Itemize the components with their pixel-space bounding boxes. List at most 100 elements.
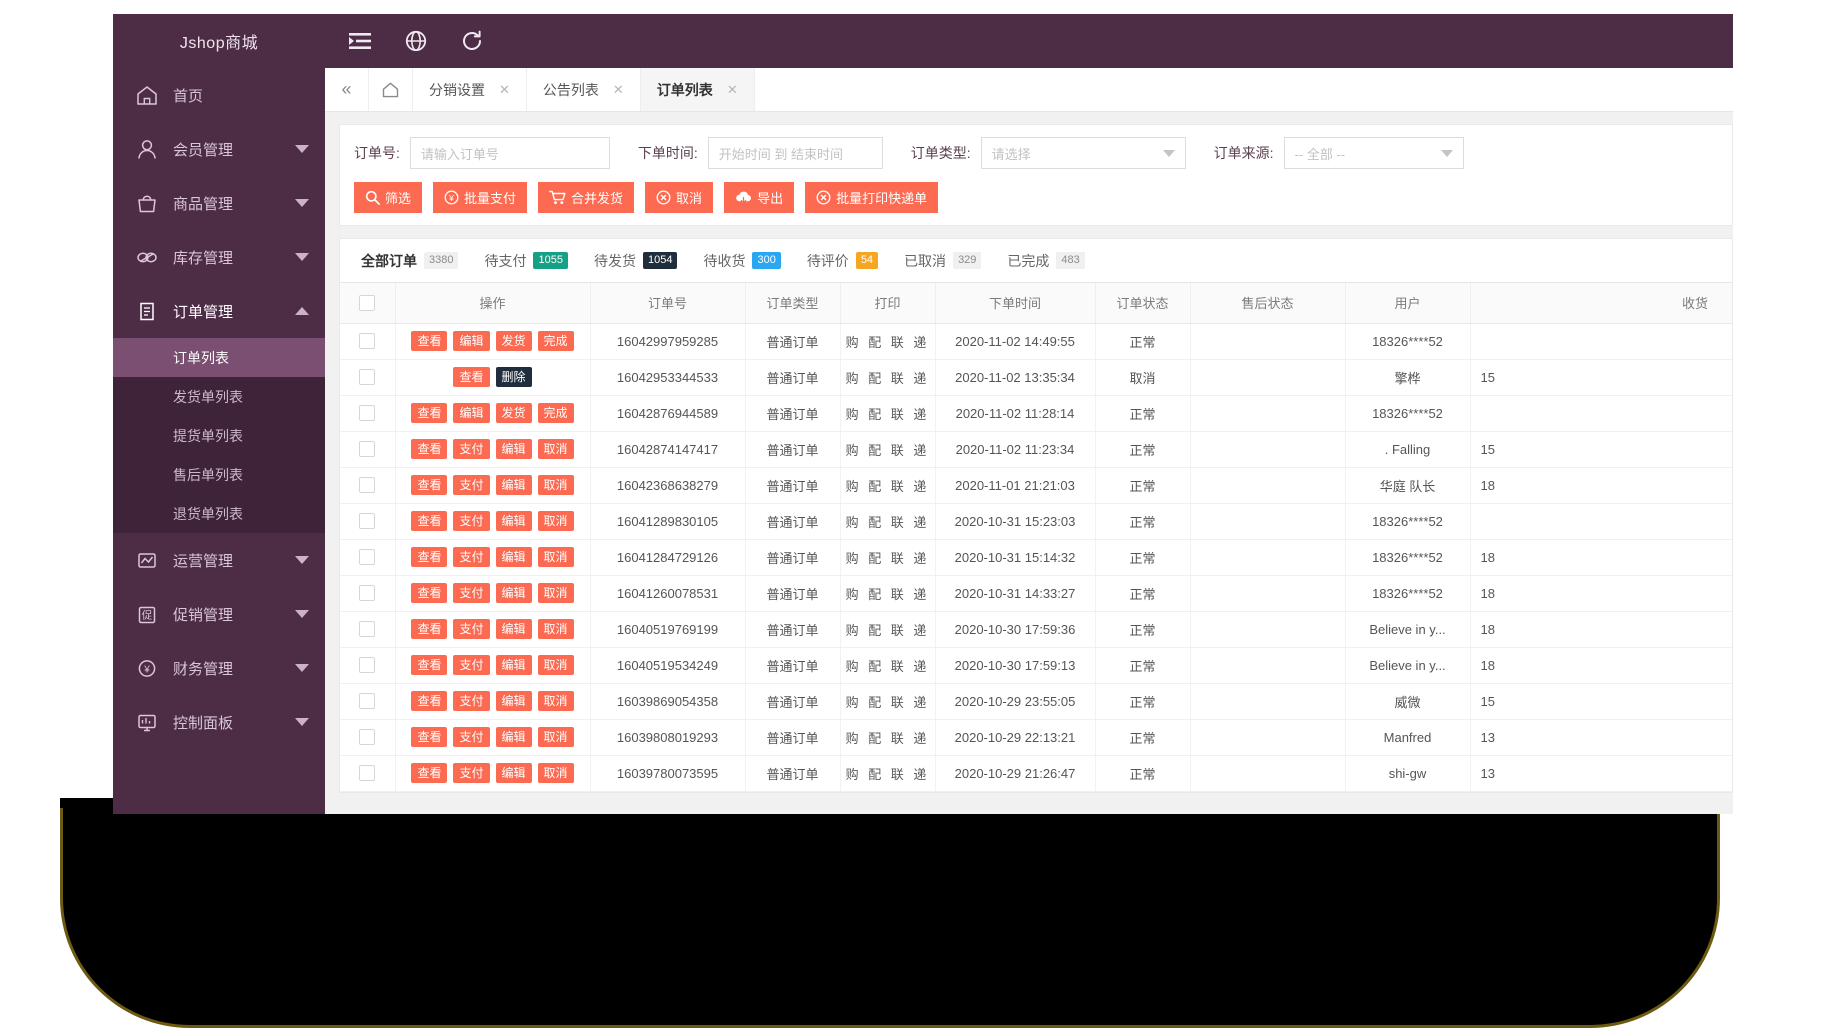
status-tab-1[interactable]: 待支付 1055	[471, 239, 580, 283]
row-op-button[interactable]: 取消	[537, 726, 574, 748]
row-checkbox[interactable]	[359, 513, 376, 530]
status-tab-6[interactable]: 已完成 483	[994, 239, 1097, 283]
row-select-cell[interactable]	[340, 539, 396, 576]
row-checkbox[interactable]	[359, 621, 376, 638]
action-button-0[interactable]: 筛选	[354, 182, 423, 213]
row-select-cell[interactable]	[340, 395, 396, 432]
nav-tab-0[interactable]: 分销设置 ✕	[413, 68, 527, 111]
sidebar-item-4[interactable]: 订单管理	[113, 284, 325, 338]
sidebar-item-0[interactable]: 首页	[113, 68, 325, 122]
row-op-button[interactable]: 编辑	[495, 726, 532, 748]
close-icon[interactable]: ✕	[613, 82, 624, 98]
row-op-button[interactable]: 发货	[495, 330, 532, 352]
order-source-select[interactable]: -- 全部 --	[1283, 137, 1464, 169]
row-checkbox[interactable]	[359, 369, 376, 386]
row-op-button[interactable]: 查看	[411, 582, 448, 604]
close-icon[interactable]: ✕	[499, 82, 510, 98]
row-op-button[interactable]: 取消	[537, 618, 574, 640]
row-op-button[interactable]: 编辑	[495, 654, 532, 676]
row-select-cell[interactable]	[340, 467, 396, 504]
row-op-button[interactable]: 查看	[411, 474, 448, 496]
sidebar-subitem-0[interactable]: 订单列表	[113, 338, 325, 377]
order-time-input[interactable]: 开始时间 到 结束时间	[707, 137, 883, 169]
row-op-button[interactable]: 支付	[453, 690, 490, 712]
close-icon[interactable]: ✕	[727, 82, 738, 98]
sidebar-subitem-4[interactable]: 退货单列表	[113, 494, 325, 533]
row-op-button[interactable]: 查看	[411, 438, 448, 460]
action-button-5[interactable]: 批量打印快递单	[805, 182, 939, 213]
row-op-button[interactable]: 查看	[411, 546, 448, 568]
row-select-cell[interactable]	[340, 719, 396, 756]
select-all-checkbox[interactable]	[359, 295, 376, 312]
table-header-select-all[interactable]	[340, 283, 396, 324]
row-op-button[interactable]: 查看	[411, 654, 448, 676]
row-checkbox[interactable]	[359, 549, 376, 566]
row-op-button[interactable]: 查看	[453, 366, 490, 388]
order-type-select[interactable]: 请选择	[980, 137, 1186, 169]
row-select-cell[interactable]	[340, 503, 396, 540]
action-button-3[interactable]: 取消	[645, 182, 714, 213]
row-op-button[interactable]: 完成	[537, 402, 574, 424]
sidebar-item-6[interactable]: 促 促销管理	[113, 587, 325, 641]
row-checkbox[interactable]	[359, 693, 376, 710]
row-op-button[interactable]: 支付	[453, 654, 490, 676]
row-checkbox[interactable]	[359, 477, 376, 494]
row-select-cell[interactable]	[340, 323, 396, 360]
row-op-button[interactable]: 支付	[453, 762, 490, 784]
row-op-button[interactable]: 支付	[453, 582, 490, 604]
row-op-button[interactable]: 取消	[537, 510, 574, 532]
row-op-button[interactable]: 支付	[453, 726, 490, 748]
sidebar-item-3[interactable]: 库存管理	[113, 230, 325, 284]
row-checkbox[interactable]	[359, 729, 376, 746]
row-op-button[interactable]: 支付	[453, 546, 490, 568]
row-op-button[interactable]: 查看	[411, 618, 448, 640]
row-op-button[interactable]: 查看	[411, 726, 448, 748]
language-globe-icon[interactable]	[403, 28, 429, 54]
row-op-button[interactable]: 完成	[537, 330, 574, 352]
row-op-button[interactable]: 编辑	[495, 690, 532, 712]
row-op-button[interactable]: 编辑	[495, 546, 532, 568]
action-button-4[interactable]: 导出	[724, 182, 795, 213]
sidebar-item-7[interactable]: ¥ 财务管理	[113, 641, 325, 695]
row-op-button[interactable]: 支付	[453, 510, 490, 532]
status-tab-3[interactable]: 待收货 300	[690, 239, 793, 283]
row-select-cell[interactable]	[340, 431, 396, 468]
row-op-button[interactable]: 取消	[537, 582, 574, 604]
row-op-button[interactable]: 删除	[495, 366, 532, 388]
action-button-1[interactable]: ¥ 批量支付	[433, 182, 528, 213]
sidebar-subitem-1[interactable]: 发货单列表	[113, 377, 325, 416]
sidebar-subitem-2[interactable]: 提货单列表	[113, 416, 325, 455]
row-op-button[interactable]: 取消	[537, 690, 574, 712]
row-op-button[interactable]: 支付	[453, 618, 490, 640]
row-select-cell[interactable]	[340, 755, 396, 792]
row-select-cell[interactable]	[340, 575, 396, 612]
menu-collapse-icon[interactable]	[347, 28, 373, 54]
row-select-cell[interactable]	[340, 683, 396, 720]
sidebar-item-1[interactable]: 会员管理	[113, 122, 325, 176]
row-op-button[interactable]: 编辑	[453, 402, 490, 424]
row-checkbox[interactable]	[359, 441, 376, 458]
row-checkbox[interactable]	[359, 585, 376, 602]
row-op-button[interactable]: 查看	[411, 510, 448, 532]
row-op-button[interactable]: 编辑	[453, 330, 490, 352]
sidebar-item-8[interactable]: 控制面板	[113, 695, 325, 749]
tabs-home-icon[interactable]	[369, 68, 413, 111]
row-op-button[interactable]: 查看	[411, 402, 448, 424]
row-op-button[interactable]: 支付	[453, 438, 490, 460]
sidebar-subitem-3[interactable]: 售后单列表	[113, 455, 325, 494]
row-op-button[interactable]: 编辑	[495, 582, 532, 604]
sidebar-item-5[interactable]: 运营管理	[113, 533, 325, 587]
row-op-button[interactable]: 编辑	[495, 474, 532, 496]
status-tab-5[interactable]: 已取消 329	[891, 239, 994, 283]
action-button-2[interactable]: 合并发货	[538, 182, 635, 213]
row-op-button[interactable]: 编辑	[495, 762, 532, 784]
refresh-icon[interactable]	[459, 28, 485, 54]
row-op-button[interactable]: 取消	[537, 438, 574, 460]
row-op-button[interactable]: 发货	[495, 402, 532, 424]
row-select-cell[interactable]	[340, 611, 396, 648]
row-checkbox[interactable]	[359, 405, 376, 422]
row-op-button[interactable]: 查看	[411, 330, 448, 352]
order-no-input[interactable]: 请输入订单号	[409, 137, 610, 169]
nav-tab-2[interactable]: 订单列表 ✕	[640, 68, 755, 111]
row-op-button[interactable]: 取消	[537, 546, 574, 568]
